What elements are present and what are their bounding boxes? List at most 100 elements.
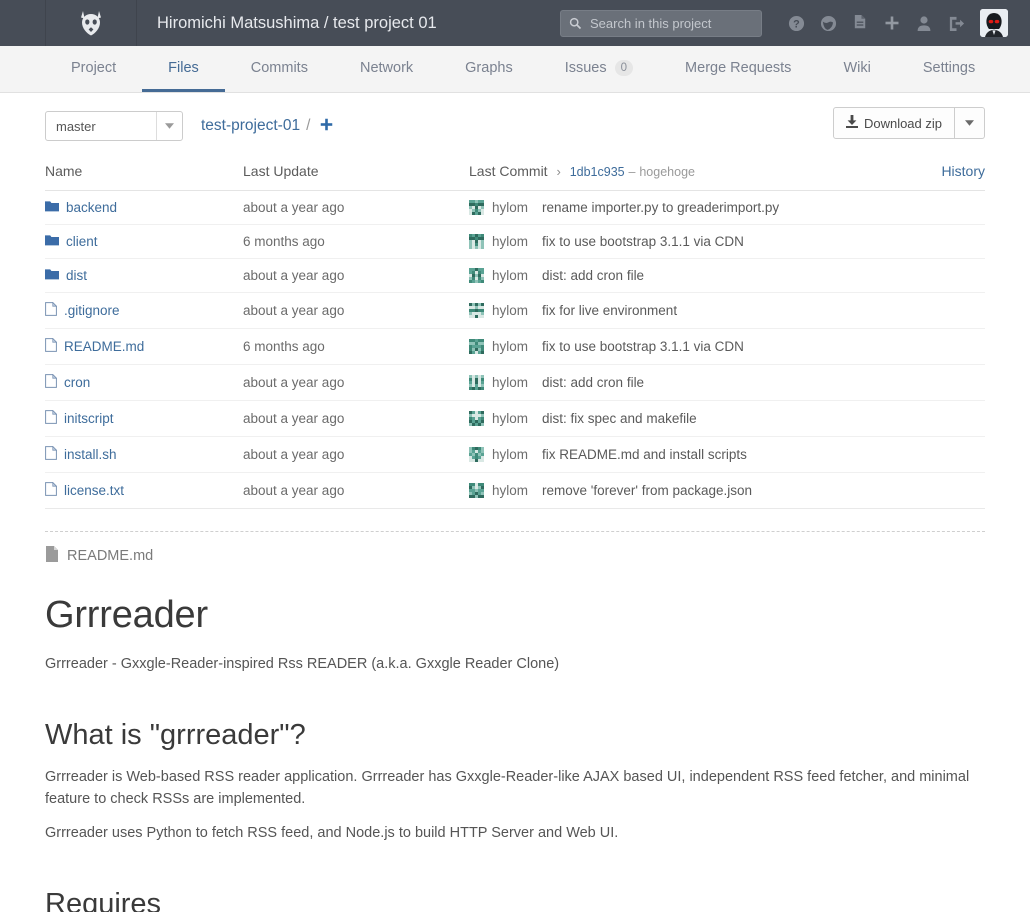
commit-author-name: hylom [492, 303, 528, 318]
commit-author-name: hylom [492, 339, 528, 354]
readme-rendered-content: Grrreader Grrreader - Gxxgle-Reader-insp… [45, 572, 985, 912]
commit-message: fix to use bootstrap 3.1.1 via CDN [542, 339, 744, 354]
cell-last-update: about a year ago [243, 191, 469, 225]
file-icon [45, 482, 57, 499]
search-icon [569, 17, 582, 30]
commit-author-identicon [469, 303, 484, 318]
commit-author-name: hylom [492, 483, 528, 498]
download-zip-button[interactable]: Download zip [833, 107, 955, 139]
file-link[interactable]: dist [66, 268, 87, 283]
cell-history [915, 473, 985, 509]
table-row[interactable]: client6 months agohylomfix to use bootst… [45, 225, 985, 259]
cell-history [915, 365, 985, 401]
download-options-caret[interactable] [955, 107, 985, 139]
file-link[interactable]: cron [64, 375, 90, 390]
commit-author-identicon [469, 268, 484, 283]
tab-merge-requests[interactable]: Merge Requests [659, 46, 817, 92]
tab-graphs[interactable]: Graphs [439, 46, 539, 92]
cell-name: initscript [45, 401, 243, 437]
search-box[interactable] [560, 10, 762, 37]
tab-commits[interactable]: Commits [225, 46, 334, 92]
tab-network[interactable]: Network [334, 46, 439, 92]
gitlab-logo-cell[interactable] [45, 0, 137, 46]
file-link[interactable]: install.sh [64, 447, 117, 462]
table-row[interactable]: .gitignoreabout a year agohylomfix for l… [45, 293, 985, 329]
readme-title: Grrreader [45, 594, 985, 637]
cell-history [915, 225, 985, 259]
cell-last-update: about a year ago [243, 259, 469, 293]
tab-files[interactable]: Files [142, 46, 225, 92]
table-row[interactable]: cronabout a year agohylomdist: add cron … [45, 365, 985, 401]
file-link[interactable]: backend [66, 200, 117, 215]
cell-last-commit: hylomremove 'forever' from package.json [469, 473, 915, 509]
commit-message: dist: add cron file [542, 375, 644, 390]
commit-message: rename importer.py to greaderimport.py [542, 200, 779, 215]
download-zip-label: Download zip [864, 116, 942, 131]
column-header-last-commit: Last Commit › 1db1c935 – hogehoge [469, 155, 915, 191]
table-row[interactable]: license.txtabout a year agohylomremove '… [45, 473, 985, 509]
file-icon [45, 374, 57, 391]
history-link[interactable]: History [941, 163, 985, 179]
profile-user-icon[interactable] [908, 0, 940, 46]
table-row[interactable]: backendabout a year agohylomrename impor… [45, 191, 985, 225]
table-row[interactable]: initscriptabout a year agohylomdist: fix… [45, 401, 985, 437]
tab-issues[interactable]: Issues0 [539, 46, 659, 92]
table-header-row: Name Last Update Last Commit › 1db1c935 … [45, 155, 985, 191]
tab-label: Commits [251, 60, 308, 76]
cell-history [915, 293, 985, 329]
cell-last-commit: hylom fix to use bootstrap 3.1.1 via CDN [469, 329, 915, 365]
tab-settings[interactable]: Settings [897, 46, 1001, 92]
cell-last-commit: hylom fix for live environment [469, 293, 915, 329]
files-toolbar: master test-project-01 / [45, 93, 985, 155]
svg-text:?: ? [793, 18, 800, 30]
cell-name: cron [45, 365, 243, 401]
breadcrumb-separator: / [306, 117, 310, 135]
table-row[interactable]: README.md6 months agohylomfix to use boo… [45, 329, 985, 365]
file-link[interactable]: README.md [64, 339, 144, 354]
avatar[interactable] [980, 9, 1008, 37]
tab-project[interactable]: Project [45, 46, 142, 92]
breadcrumb-root[interactable]: test-project-01 [201, 117, 300, 135]
top-header-bar: Hiromichi Matsushima / test project 01 ? [0, 0, 1030, 46]
sign-out-icon[interactable] [940, 0, 972, 46]
commit-author-identicon [469, 483, 484, 498]
new-plus-icon[interactable] [876, 0, 908, 46]
last-commit-sha-link[interactable]: 1db1c935 [570, 165, 625, 179]
help-icon[interactable]: ? [780, 0, 812, 46]
readme-paragraph-2: Grrreader uses Python to fetch RSS feed,… [45, 822, 975, 844]
table-row[interactable]: install.shabout a year agohylomfix READM… [45, 437, 985, 473]
cell-last-update: 6 months ago [243, 225, 469, 259]
tab-wiki[interactable]: Wiki [817, 46, 896, 92]
public-globe-icon[interactable] [812, 0, 844, 46]
last-commit-author: hogehoge [639, 165, 695, 179]
breadcrumb: test-project-01 / [201, 116, 333, 136]
search-input[interactable] [588, 15, 753, 32]
cell-last-update: about a year ago [243, 437, 469, 473]
cell-last-update: about a year ago [243, 365, 469, 401]
plus-icon[interactable] [316, 116, 333, 136]
cell-last-commit: hylomdist: add cron file [469, 259, 915, 293]
commit-author-name: hylom [492, 411, 528, 426]
folder-icon [45, 268, 59, 283]
tab-label: Project [71, 60, 116, 76]
file-link[interactable]: client [66, 234, 98, 249]
commit-message: fix for live environment [542, 303, 677, 318]
tab-label: Files [168, 60, 199, 76]
cell-last-commit: hylomdist: fix spec and makefile [469, 401, 915, 437]
file-link[interactable]: initscript [64, 411, 114, 426]
snippets-icon[interactable] [844, 0, 876, 46]
cell-name: license.txt [45, 473, 243, 509]
file-icon [45, 338, 57, 355]
file-link[interactable]: license.txt [64, 483, 124, 498]
file-browser-table: Name Last Update Last Commit › 1db1c935 … [45, 155, 985, 509]
branch-selector[interactable]: master [45, 111, 183, 141]
column-header-last-update: Last Update [243, 155, 469, 191]
readme-heading-requires: Requires [45, 888, 985, 912]
last-commit-label: Last Commit [469, 163, 548, 179]
tab-label: Merge Requests [685, 60, 791, 76]
file-link[interactable]: .gitignore [64, 303, 120, 318]
table-row[interactable]: dist about a year agohylomdist: add cron … [45, 259, 985, 293]
readme-paragraph-1: Grrreader is Web-based RSS reader applic… [45, 766, 975, 810]
readme-tagline: Grrreader - Gxxgle-Reader-inspired Rss R… [45, 653, 975, 675]
tab-label: Graphs [465, 60, 513, 76]
